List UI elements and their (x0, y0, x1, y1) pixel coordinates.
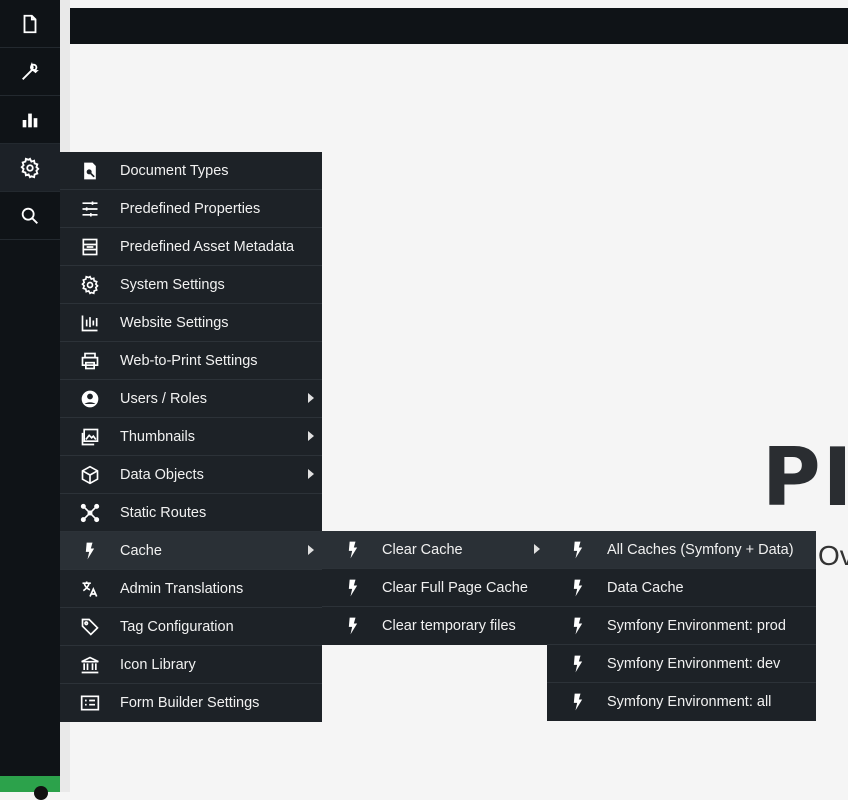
main-sidebar (0, 0, 60, 800)
menu-item-predefined-asset-metadata[interactable]: Predefined Asset Metadata (60, 228, 322, 266)
wrench-icon (22, 61, 39, 80)
bolt-icon (567, 539, 589, 561)
sidebar-item-tools[interactable] (0, 48, 60, 96)
menu-item-label: Clear Full Page Cache (382, 579, 528, 596)
gear-icon (79, 274, 101, 296)
menu-item-tag-configuration[interactable]: Tag Configuration (60, 608, 322, 646)
bolt-icon (342, 577, 364, 599)
menu-item-icon-library[interactable]: Icon Library (60, 646, 322, 684)
gear-icon (20, 156, 40, 179)
bolt-icon (567, 653, 589, 675)
background-logo: PI (762, 438, 848, 518)
status-dot (34, 786, 48, 800)
menu-item-label: Static Routes (120, 504, 207, 521)
menu-item-system-settings[interactable]: System Settings (60, 266, 322, 304)
file-icon (23, 14, 37, 33)
menu-item-label: Clear temporary files (382, 618, 516, 634)
menu-item-data-cache[interactable]: Data Cache (547, 569, 816, 607)
menu-item-website-settings[interactable]: Website Settings (60, 304, 322, 342)
menu-item-cache[interactable]: Cache (60, 532, 322, 570)
menu-item-label: Symfony Environment: all (607, 694, 772, 710)
sidebar-item-reports[interactable] (0, 96, 60, 144)
library-icon (79, 654, 101, 676)
sliders-icon (79, 198, 101, 220)
submenu-arrow-icon (308, 469, 314, 479)
menu-item-symfony-prod[interactable]: Symfony Environment: prod (547, 607, 816, 645)
search-icon (21, 207, 38, 224)
cube-icon (79, 464, 101, 486)
tag-icon (79, 616, 101, 638)
menu-item-clear-cache[interactable]: Clear Cache (322, 531, 548, 569)
settings-menu: Document Types Predefined Properties Pre… (60, 152, 322, 722)
menu-item-label: Document Types (120, 162, 229, 179)
cache-submenu: Clear Cache Clear Full Page Cache Clear … (322, 531, 548, 645)
printer-icon (79, 350, 101, 372)
submenu-arrow-icon (308, 393, 314, 403)
form-icon (79, 692, 101, 714)
bolt-icon (567, 691, 589, 713)
website-settings-icon (79, 312, 101, 334)
background-subtitle: Ov (818, 540, 848, 571)
bolt-icon (79, 540, 101, 562)
sidebar-item-settings[interactable] (0, 144, 60, 192)
menu-item-label: Predefined Properties (120, 200, 261, 217)
menu-item-label: Clear Cache (382, 541, 463, 558)
routes-icon (79, 502, 101, 524)
asset-metadata-icon (79, 236, 101, 258)
menu-item-label: Symfony Environment: prod (607, 617, 786, 634)
menu-item-data-objects[interactable]: Data Objects (60, 456, 322, 494)
menu-item-all-caches[interactable]: All Caches (Symfony + Data) (547, 531, 816, 569)
menu-item-symfony-dev[interactable]: Symfony Environment: dev (547, 645, 816, 683)
bolt-icon (567, 615, 589, 637)
status-indicator[interactable] (0, 776, 60, 800)
menu-item-label: Tag Configuration (120, 618, 234, 635)
menu-item-label: Thumbnails (120, 428, 195, 445)
menu-item-label: Cache (120, 542, 162, 559)
menu-item-label: Users / Roles (120, 390, 208, 407)
submenu-arrow-icon (534, 544, 540, 554)
menu-item-web-to-print-settings[interactable]: Web-to-Print Settings (60, 342, 322, 380)
menu-item-clear-temporary-files[interactable]: Clear temporary files (322, 607, 548, 645)
menu-item-label: All Caches (Symfony + Data) (607, 541, 794, 558)
menu-item-label: Website Settings (120, 314, 229, 331)
submenu-arrow-icon (308, 545, 314, 555)
top-toolbar (70, 8, 848, 44)
user-circle-icon (79, 388, 101, 410)
clear-cache-submenu: All Caches (Symfony + Data) Data Cache S… (547, 531, 816, 721)
menu-item-symfony-all[interactable]: Symfony Environment: all (547, 683, 816, 721)
bolt-icon (567, 577, 589, 599)
menu-item-label: Web-to-Print Settings (120, 352, 258, 369)
menu-item-label: Admin Translations (120, 580, 244, 597)
menu-item-admin-translations[interactable]: Admin Translations (60, 570, 322, 608)
menu-item-label: Form Builder Settings (120, 695, 260, 711)
bolt-icon (342, 615, 364, 637)
menu-item-label: System Settings (120, 276, 225, 293)
menu-item-label: Symfony Environment: dev (607, 655, 781, 672)
menu-item-label: Data Objects (120, 466, 204, 483)
translate-icon (79, 578, 101, 600)
menu-item-form-builder-settings[interactable]: Form Builder Settings (60, 684, 322, 722)
menu-item-clear-full-page-cache[interactable]: Clear Full Page Cache (322, 569, 548, 607)
menu-item-thumbnails[interactable]: Thumbnails (60, 418, 322, 456)
menu-item-document-types[interactable]: Document Types (60, 152, 322, 190)
menu-item-users-roles[interactable]: Users / Roles (60, 380, 322, 418)
sidebar-item-search[interactable] (0, 192, 60, 240)
sidebar-item-file[interactable] (0, 0, 60, 48)
menu-item-static-routes[interactable]: Static Routes (60, 494, 322, 532)
bolt-icon (342, 539, 364, 561)
menu-item-label: Predefined Asset Metadata (120, 238, 295, 255)
document-types-icon (79, 160, 101, 182)
menu-item-label: Icon Library (120, 656, 196, 673)
menu-item-label: Data Cache (607, 579, 684, 596)
menu-item-predefined-properties[interactable]: Predefined Properties (60, 190, 322, 228)
bar-chart-icon (22, 113, 38, 127)
images-icon (79, 426, 101, 448)
submenu-arrow-icon (308, 431, 314, 441)
